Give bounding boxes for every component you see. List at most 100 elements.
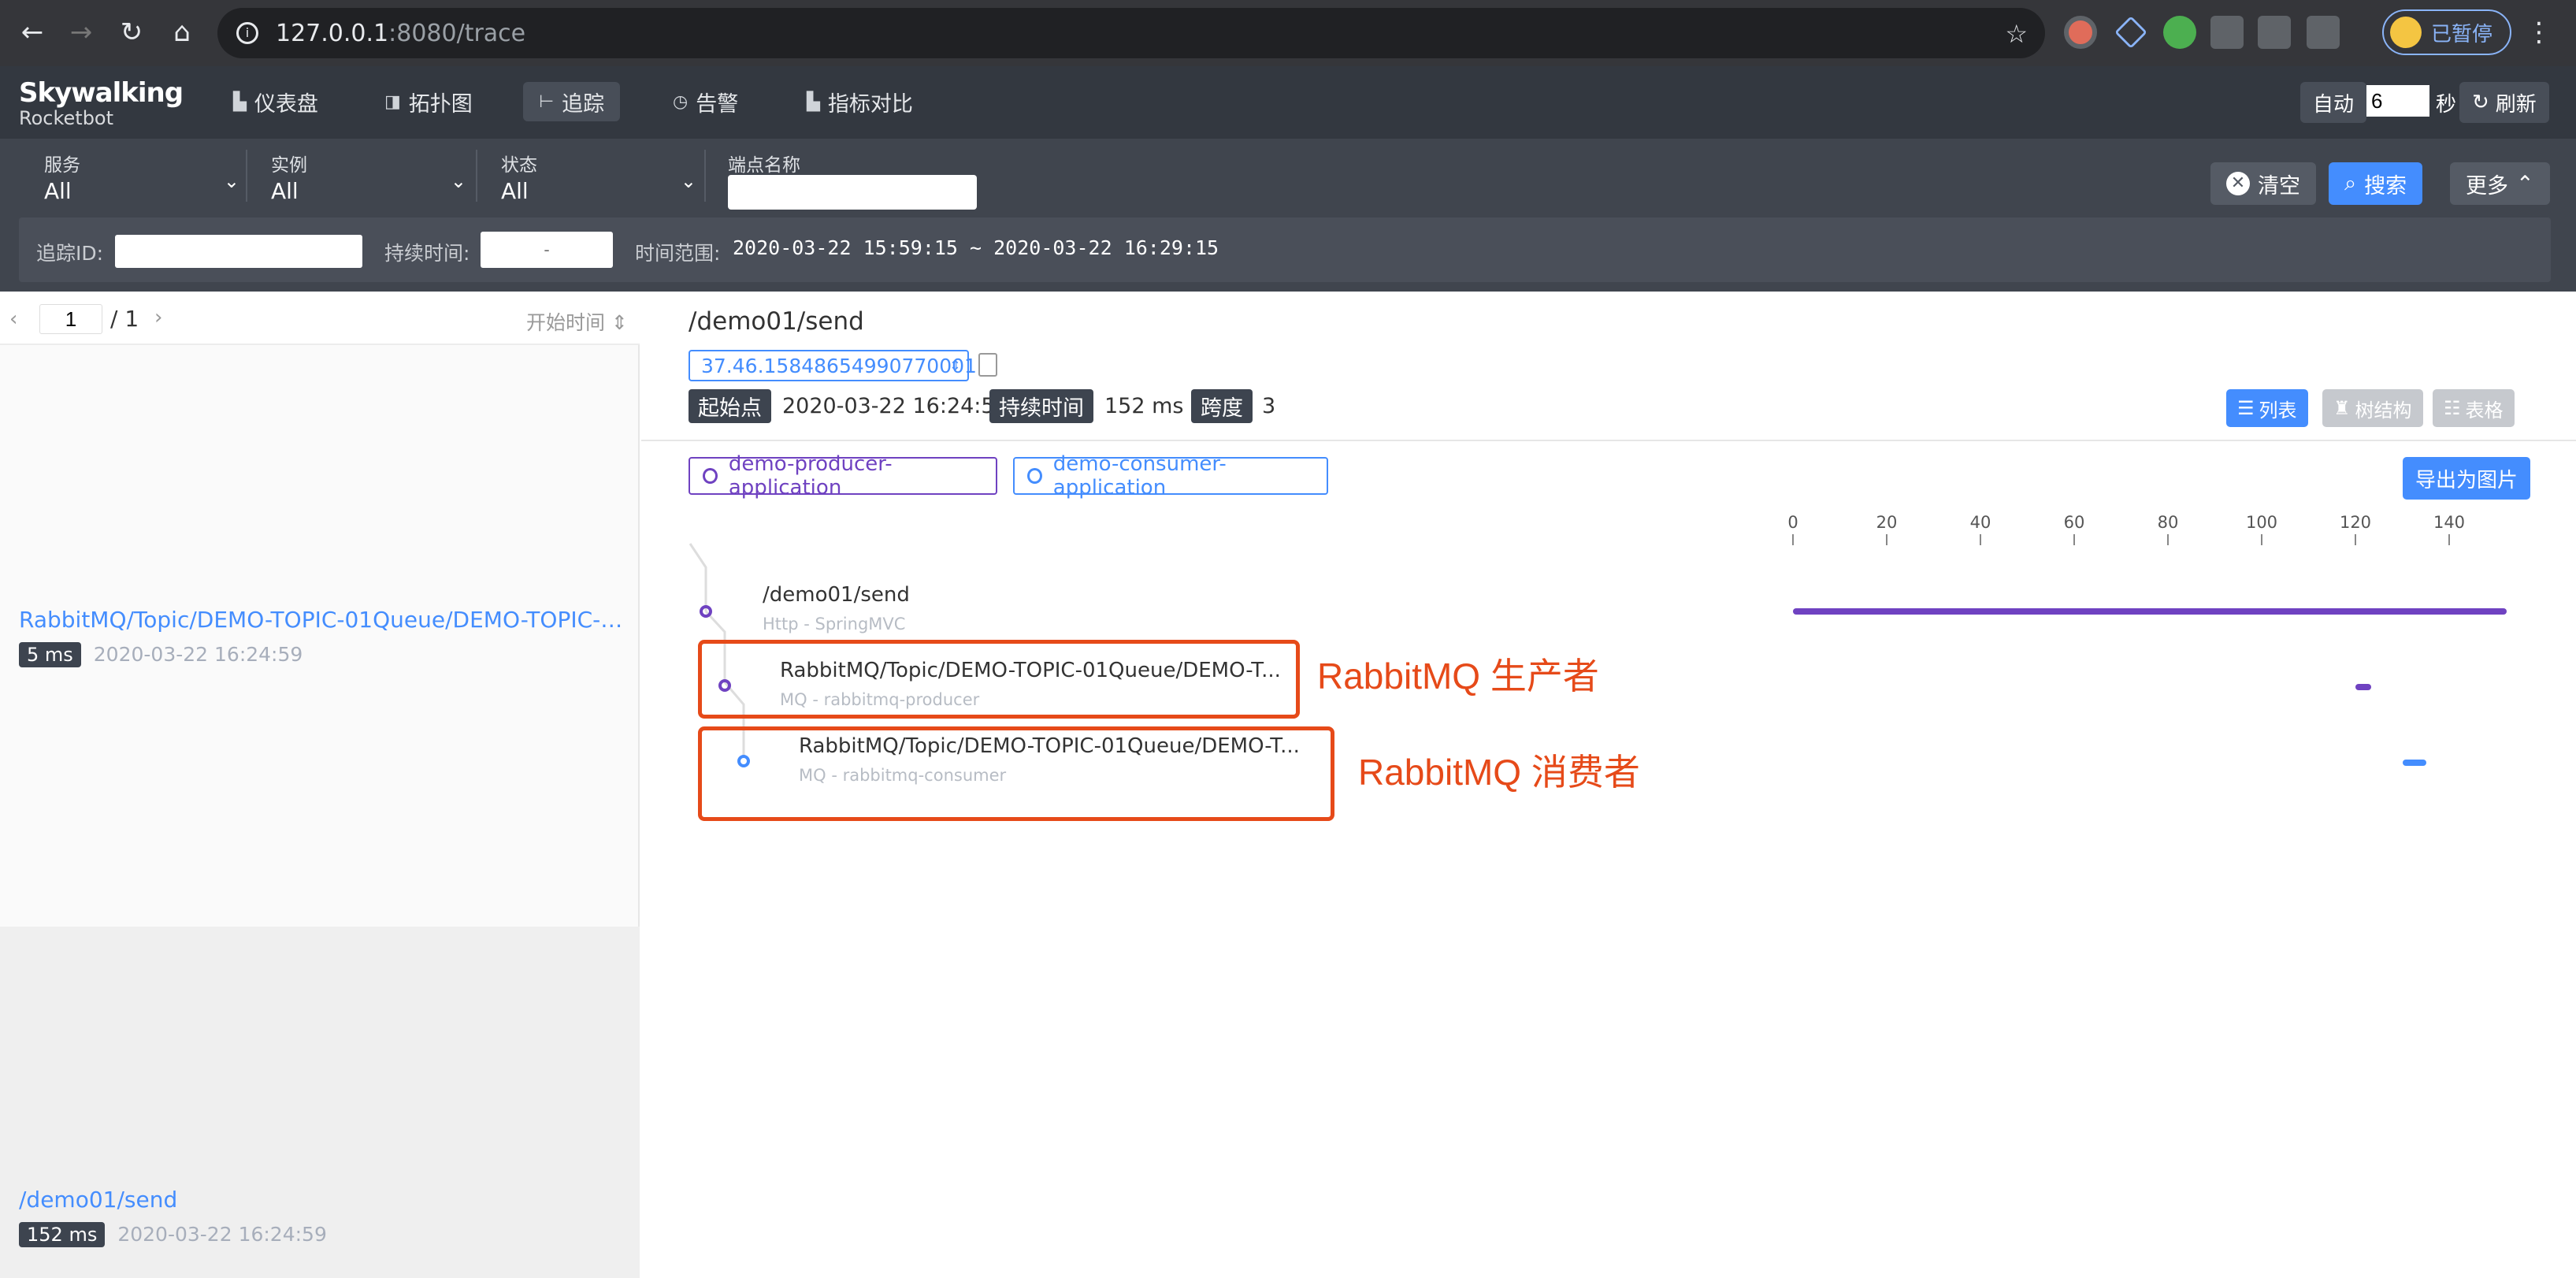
search-button[interactable]: ⌕ 搜索	[2329, 162, 2423, 205]
view-tree-label: 树结构	[2355, 399, 2412, 422]
duration-input[interactable]	[481, 232, 613, 268]
trace-list-item[interactable]: /demo01/send 152 ms 2020-03-22 16:24:59	[0, 1187, 640, 1247]
axis-tick-label: 100	[2246, 513, 2277, 532]
status-label: 状态	[501, 155, 537, 176]
search-label: 搜索	[2364, 173, 2407, 199]
menu-label: 仪表盘	[254, 91, 318, 117]
url-text: 127.0.0.1:8080/trace	[276, 19, 526, 47]
meta-start: 起始点 2020-03-22 16:24:59	[689, 389, 1008, 423]
divider	[704, 150, 706, 202]
list-icon: ☰	[2237, 397, 2255, 419]
more-button[interactable]: 更多 ⌃	[2450, 162, 2550, 205]
duration-value: 152 ms	[1104, 394, 1184, 418]
trace-time: 2020-03-22 16:24:59	[117, 1223, 327, 1246]
close-circle-icon: ✕	[2226, 172, 2250, 195]
puzzle-extension-icon[interactable]	[2210, 16, 2244, 49]
axis-tick-label: 80	[2158, 513, 2179, 532]
list-extension-icon[interactable]	[2258, 16, 2291, 49]
start-tag: 起始点	[689, 389, 771, 423]
seconds-label: 秒	[2436, 93, 2457, 117]
menu-compare[interactable]: ▙ 指标对比	[791, 82, 929, 121]
status-select[interactable]: 状态 All ⌄	[501, 150, 706, 204]
check-extension-icon[interactable]	[2163, 16, 2196, 49]
bookmark-star-icon[interactable]: ☆	[2005, 19, 2028, 49]
service-name: demo-consumer-application	[1052, 452, 1227, 500]
timeline-axis: 0 20 40 60 80 100 120 140	[1787, 513, 2465, 545]
time-range-value[interactable]: 2020-03-22 15:59:15 ~ 2020-03-22 16:29:1…	[733, 236, 1219, 259]
menu-label: 追踪	[562, 91, 605, 117]
pen-extension-icon[interactable]	[2307, 16, 2340, 49]
logo-text: Skywalking	[19, 77, 184, 109]
span-name[interactable]: /demo01/send	[763, 583, 910, 607]
service-label: 服务	[44, 155, 80, 176]
clear-label: 清空	[2258, 173, 2300, 199]
refresh-label: 刷新	[2495, 92, 2537, 117]
avatar	[2390, 17, 2422, 48]
span-bar[interactable]	[2355, 684, 2371, 690]
time-range-label: 时间范围:	[635, 242, 721, 265]
trace-id-label: 追踪ID:	[36, 242, 104, 265]
alarm-icon: ◷	[673, 91, 689, 112]
status-value: All	[501, 178, 529, 204]
menu-label: 指标对比	[827, 91, 913, 117]
export-image-button[interactable]: 导出为图片	[2403, 457, 2531, 500]
meta-duration: 持续时间 152 ms	[989, 389, 1184, 423]
axis-tick-label: 140	[2433, 513, 2465, 532]
view-table-label: 表格	[2465, 399, 2504, 422]
export-label: 导出为图片	[2415, 468, 2518, 492]
record-extension-icon[interactable]	[2064, 16, 2097, 49]
more-label: 更多	[2466, 173, 2508, 199]
page-input[interactable]	[39, 304, 102, 334]
refresh-button[interactable]: ↻ 刷新	[2459, 82, 2549, 123]
menu-topology[interactable]: ◨ 拓扑图	[369, 82, 488, 121]
menu-dashboard[interactable]: ▙ 仪表盘	[217, 82, 334, 121]
menu-alarm[interactable]: ◷ 告警	[657, 82, 754, 121]
span-bar[interactable]	[2403, 760, 2426, 766]
home-icon[interactable]: ⌂	[164, 14, 200, 50]
duration-label: 持续时间:	[384, 242, 470, 265]
view-list-label: 列表	[2259, 399, 2297, 422]
trace-id-input[interactable]	[115, 235, 362, 268]
trace-detail-title: /demo01/send	[689, 307, 864, 336]
sort-start-time[interactable]: 开始时间 ⇕	[526, 307, 628, 336]
trace-duration: 152 ms	[19, 1222, 106, 1247]
endpoint-input[interactable]	[728, 175, 977, 210]
copy-icon[interactable]	[978, 353, 997, 377]
circle-icon	[1027, 468, 1042, 484]
menu-label: 拓扑图	[408, 91, 473, 117]
auto-label: 自动	[2313, 92, 2355, 117]
chevron-up-icon: ⌃	[2516, 171, 2534, 196]
trace-id-select[interactable]: 37.46.15848654990770001 ⇕	[689, 350, 977, 381]
start-value: 2020-03-22 16:24:59	[782, 394, 1008, 418]
instance-label: 实例	[271, 155, 307, 176]
kebab-menu-icon[interactable]: ⋮	[2521, 14, 2557, 50]
span-value: 3	[1262, 394, 1276, 418]
refresh-interval-input[interactable]	[2366, 85, 2429, 117]
instance-select[interactable]: 实例 All ⌄	[271, 150, 476, 204]
annotation-box-consumer	[698, 726, 1334, 821]
trace-list-item[interactable]: RabbitMQ/Topic/DEMO-TOPIC-01Queue/DEMO-T…	[0, 607, 640, 667]
back-icon[interactable]: ←	[14, 14, 50, 50]
profile-button[interactable]: 已暂停	[2382, 9, 2511, 55]
view-tree-button[interactable]: ♜ 树结构	[2322, 389, 2423, 427]
service-select[interactable]: 服务 All ⌄	[44, 150, 249, 204]
menu-trace[interactable]: ⊢ 追踪	[523, 82, 621, 121]
service-legend-consumer[interactable]: demo-consumer-application	[1013, 452, 1328, 500]
clear-button[interactable]: ✕ 清空	[2210, 162, 2316, 205]
auto-refresh-toggle[interactable]: 自动	[2300, 82, 2367, 123]
page-total: / 1	[110, 306, 139, 332]
forward-icon[interactable]: →	[63, 14, 99, 50]
service-legend-producer[interactable]: demo-producer-application	[689, 452, 997, 500]
next-page-icon[interactable]: ›	[154, 306, 162, 329]
view-table-button[interactable]: ☷ 表格	[2433, 389, 2515, 427]
address-bar[interactable]: i 127.0.0.1:8080/trace ☆	[217, 8, 2045, 58]
axis-tick-label: 60	[2064, 513, 2085, 532]
profile-label: 已暂停	[2431, 22, 2493, 46]
span-bar[interactable]	[1793, 608, 2507, 615]
reload-icon[interactable]: ↻	[113, 14, 150, 50]
chart-icon: ▙	[233, 91, 247, 112]
logo-subtext: Rocketbot	[19, 107, 114, 129]
prev-page-icon[interactable]: ‹	[9, 307, 17, 331]
view-list-button[interactable]: ☰ 列表	[2226, 389, 2308, 427]
compare-icon: ▙	[807, 91, 820, 112]
